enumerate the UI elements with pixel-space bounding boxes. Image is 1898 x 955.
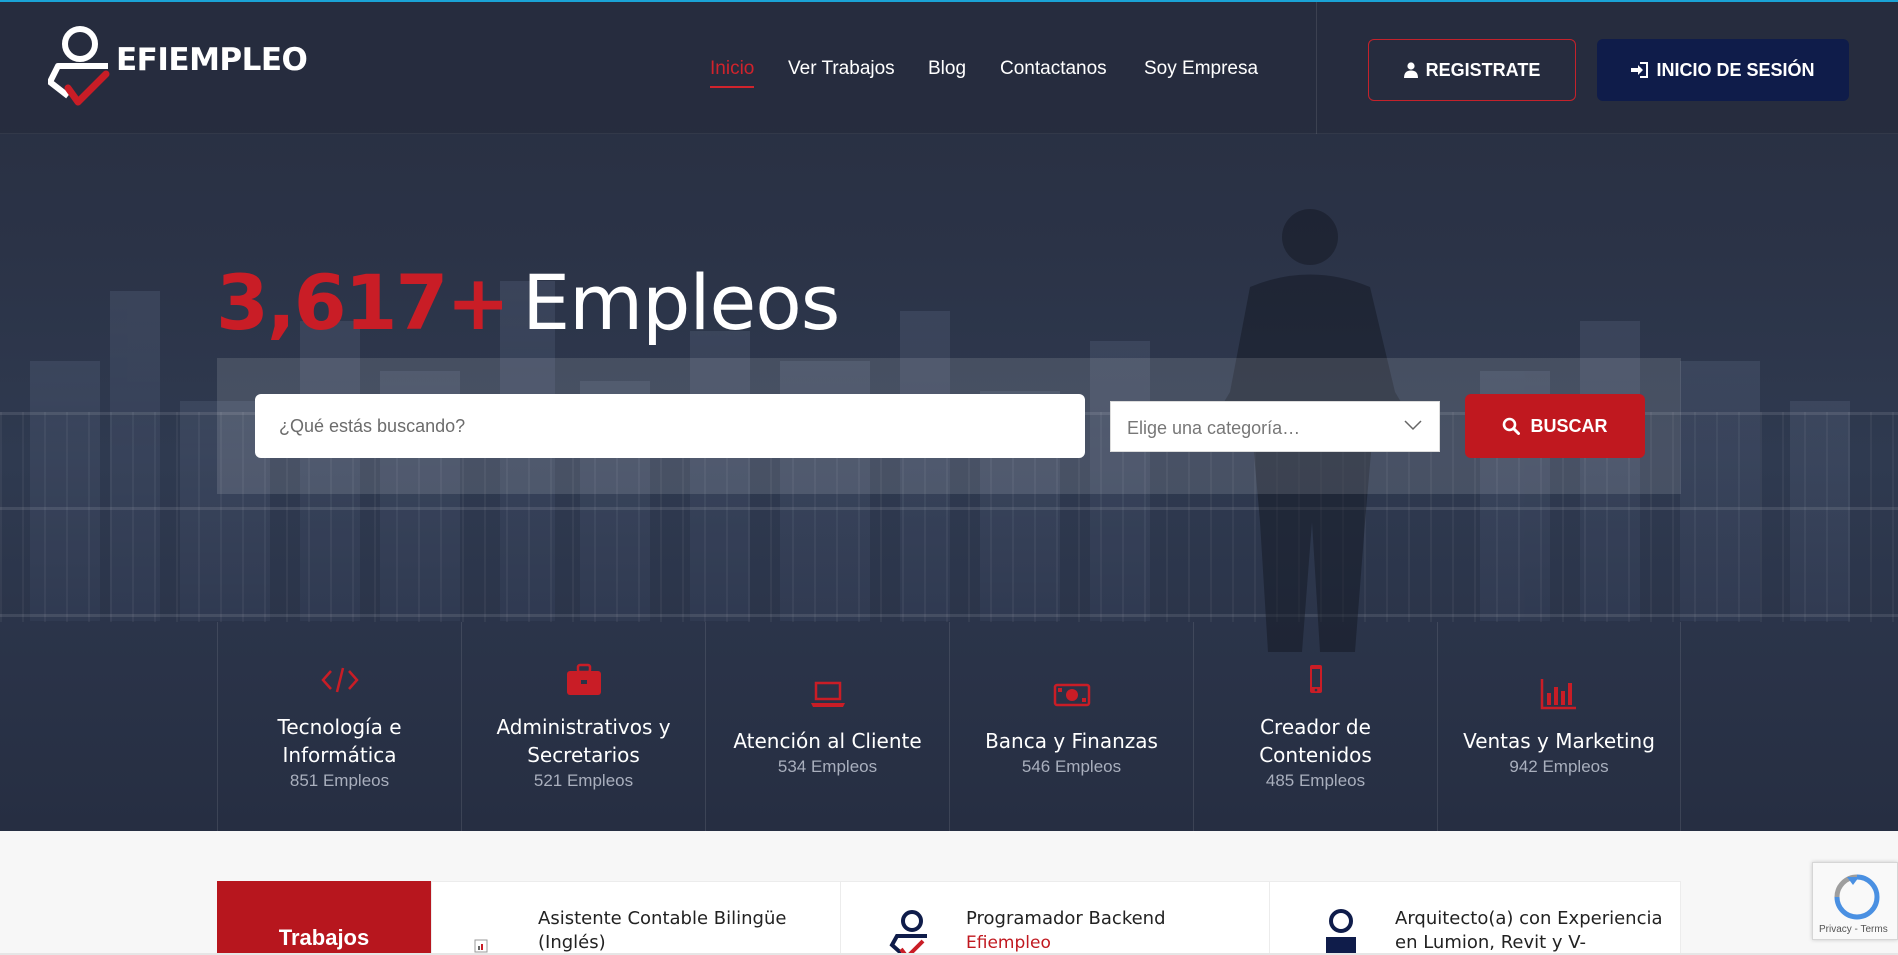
bar-chart-icon: [1540, 678, 1576, 709]
search-button[interactable]: BUSCAR: [1465, 394, 1645, 458]
category-count: 942 Empleos: [1509, 756, 1609, 776]
mobile-icon: [1309, 664, 1322, 693]
register-button[interactable]: REGISTRATE: [1368, 39, 1576, 101]
sign-in-icon: [1631, 62, 1649, 78]
category-count: 534 Empleos: [777, 756, 878, 776]
login-button[interactable]: INICIO DE SESIÓN: [1597, 39, 1849, 101]
category-card[interactable]: Banca y Finanzas 546 Empleos: [949, 622, 1193, 831]
search-panel: Elige una categoría… BUSCAR: [217, 358, 1681, 494]
search-button-label: BUSCAR: [1530, 415, 1608, 436]
tab-trabajos[interactable]: Trabajos: [217, 881, 431, 955]
job-title: Programador Backend: [966, 908, 1166, 929]
laptop-icon: [810, 681, 845, 707]
recaptcha-icon: [1834, 874, 1880, 920]
search-input[interactable]: [255, 394, 1085, 458]
site-header: EFIEMPLEO Inicio Ver Trabajos Blog Conta…: [0, 2, 1898, 134]
job-title: Asistente Contable Bilingüe (Inglés): [538, 908, 787, 953]
category-title: Creador de Contenidos: [1259, 714, 1372, 767]
briefcase-icon: [566, 663, 601, 695]
money-icon: [1053, 683, 1090, 706]
job-count: 3,617+: [216, 258, 510, 347]
recaptcha-badge[interactable]: Privacy - Terms: [1812, 862, 1898, 940]
nav-item-inicio[interactable]: Inicio: [710, 58, 755, 88]
register-label: REGISTRATE: [1425, 59, 1541, 80]
user-icon: [1403, 62, 1418, 78]
recaptcha-links[interactable]: Privacy - Terms: [1819, 924, 1888, 935]
chevron-down-icon: [1404, 420, 1422, 431]
category-card[interactable]: Administrativos y Secretarios 521 Empleo…: [461, 622, 705, 831]
category-card[interactable]: Ventas y Marketing 942 Empleos: [1437, 622, 1681, 831]
hero-headline: 3,617+ Empleos: [216, 258, 840, 348]
railing-bar: [0, 507, 1898, 510]
nav-item-blog[interactable]: Blog: [928, 58, 966, 80]
job-company[interactable]: Efiempleo: [966, 933, 1051, 953]
company-logo: [889, 910, 927, 955]
login-label: INICIO DE SESIÓN: [1656, 59, 1815, 80]
category-count: 851 Empleos: [289, 770, 390, 790]
job-card[interactable]: Arquitecto(a) con Experiencia en Lumion,…: [1269, 881, 1681, 955]
category-card[interactable]: Tecnología e Informática 851 Empleos: [217, 622, 461, 831]
job-card[interactable]: Programador Backend Efiempleo: [840, 881, 1269, 955]
category-select-label: Elige una categoría…: [1127, 418, 1301, 438]
nav-item-soy-empresa[interactable]: Soy Empresa: [1144, 58, 1258, 80]
code-icon: [320, 667, 359, 692]
category-title: Ventas y Marketing: [1463, 728, 1655, 753]
nav-item-ver-trabajos[interactable]: Ver Trabajos: [788, 58, 895, 80]
category-card[interactable]: Creador de Contenidos 485 Empleos: [1193, 622, 1437, 831]
category-title: Atención al Cliente: [733, 728, 922, 753]
category-count: 546 Empleos: [1021, 756, 1122, 776]
broken-image-icon: [474, 939, 488, 953]
company-logo: [1326, 909, 1356, 955]
category-title: Banca y Finanzas: [985, 728, 1158, 753]
job-title: Arquitecto(a) con Experiencia en Lumion,…: [1395, 908, 1663, 953]
category-list: Tecnología e Informática 851 Empleos Adm…: [217, 622, 1681, 831]
category-count: 485 Empleos: [1265, 770, 1366, 790]
logo-wordmark[interactable]: EFIEMPLEO: [116, 42, 308, 78]
category-title: Tecnología e Informática: [277, 714, 402, 767]
header-divider: [1316, 2, 1317, 134]
category-count: 521 Empleos: [533, 770, 634, 790]
category-select[interactable]: Elige una categoría…: [1110, 401, 1440, 452]
search-icon: [1503, 417, 1521, 435]
category-card[interactable]: Atención al Cliente 534 Empleos: [705, 622, 949, 831]
nav-item-contactanos[interactable]: Contactanos: [1000, 58, 1107, 80]
category-title: Administrativos y Secretarios: [496, 714, 671, 767]
railing-bar: [0, 614, 1898, 617]
headline-word: Empleos: [522, 258, 840, 347]
job-card[interactable]: Asistente Contable Bilingüe (Inglés): [431, 881, 841, 955]
